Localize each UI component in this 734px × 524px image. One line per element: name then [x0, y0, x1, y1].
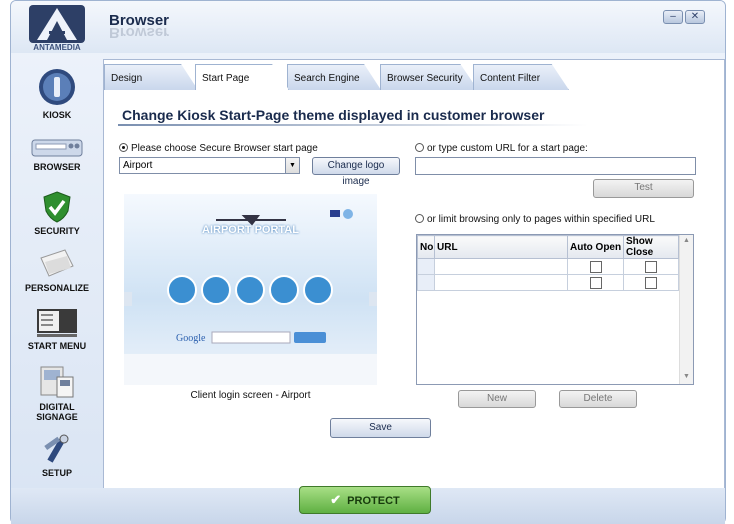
theme-select-value: Airport: [123, 160, 153, 171]
new-button[interactable]: New: [458, 390, 536, 408]
sidebar-item-label-line2: SIGNAGE: [36, 412, 78, 422]
table-row[interactable]: [417, 258, 679, 275]
sidebar-item-label: SETUP: [41, 468, 72, 478]
sidebar-item-personalize[interactable]: PERSONALIZE: [11, 248, 103, 293]
auto-open-checkbox[interactable]: [589, 277, 602, 289]
sidebar-item-label: PERSONALIZE: [24, 283, 89, 293]
tab-label: Browser Security: [387, 73, 463, 84]
monitor-icon: [37, 309, 77, 337]
tools-icon: [44, 434, 69, 463]
change-logo-button[interactable]: Change logo image: [312, 157, 400, 187]
tab-label: Start Page: [202, 73, 250, 84]
paper-icon: [40, 249, 74, 277]
vertical-scrollbar[interactable]: ▲ ▼: [679, 235, 693, 384]
sidebar-item-setup[interactable]: SETUP: [11, 433, 103, 478]
cell-no: [417, 274, 435, 291]
url-table: No URL Auto Open Show Close: [417, 235, 679, 291]
cell-url[interactable]: [434, 274, 568, 291]
preview-illustration: [124, 194, 377, 385]
radio-choose-start-page[interactable]: [119, 143, 128, 152]
column-header-no[interactable]: No: [417, 235, 435, 259]
cell-show-close: [623, 274, 679, 291]
option-limit-label: or limit browsing only to pages within s…: [427, 214, 655, 225]
option-limit-browsing[interactable]: or limit browsing only to pages within s…: [415, 214, 655, 225]
sidebar-item-security[interactable]: SECURITY: [11, 191, 103, 236]
show-close-checkbox[interactable]: [645, 277, 657, 289]
heading-underline: [118, 124, 588, 126]
tab-content-filter[interactable]: Content Filter: [473, 64, 569, 90]
auto-open-checkbox[interactable]: [589, 261, 602, 273]
shield-check-icon: [43, 191, 71, 223]
check-icon: ✔: [330, 492, 342, 507]
browser-icon: [31, 139, 83, 157]
tab-label: Design: [111, 73, 143, 84]
option-choose-start-page[interactable]: Please choose Secure Browser start page: [119, 143, 318, 154]
option-custom-label: or type custom URL for a start page:: [427, 143, 588, 154]
column-header-auto-open[interactable]: Auto Open: [567, 235, 624, 259]
page-heading: Change Kiosk Start-Page theme displayed …: [122, 107, 545, 123]
table-header-row: No URL Auto Open Show Close: [417, 235, 679, 259]
preview-caption: Client login screen - Airport: [190, 390, 311, 401]
title-bar: ANTAMEDIA Browser Browser – ✕: [11, 1, 725, 53]
start-page-preview: AIRPORT PORTAL Google: [124, 194, 377, 385]
scroll-up-icon[interactable]: ▲: [683, 237, 690, 244]
cell-show-close: [623, 258, 679, 275]
close-icon[interactable]: ✕: [685, 10, 705, 24]
delete-button[interactable]: Delete: [559, 390, 637, 408]
sidebar-item-start-menu[interactable]: START MENU: [11, 308, 103, 351]
antamedia-logo: ANTAMEDIA: [27, 5, 87, 53]
save-button[interactable]: Save: [330, 418, 431, 438]
cell-auto-open: [567, 274, 624, 291]
url-grid: No URL Auto Open Show Close ▲ ▼: [416, 234, 694, 385]
logo-brand-text: ANTAMEDIA: [33, 43, 81, 52]
sidebar-item-browser[interactable]: BROWSER: [11, 137, 103, 172]
window-title-reflection: Browser: [109, 27, 170, 41]
tab-bar: Design Start Page Search Engine Browser …: [92, 62, 714, 90]
custom-url-input[interactable]: [415, 157, 696, 175]
table-row[interactable]: [417, 274, 679, 291]
sidebar-item-label: SECURITY: [34, 226, 80, 236]
protect-button[interactable]: ✔ PROTECT: [299, 486, 431, 514]
option-custom-url[interactable]: or type custom URL for a start page:: [415, 143, 588, 154]
radio-custom-url[interactable]: [415, 143, 424, 152]
test-button[interactable]: Test: [593, 179, 694, 198]
protect-button-label: PROTECT: [347, 495, 400, 507]
tab-start-page[interactable]: Start Page: [195, 64, 289, 90]
sidebar-item-digital-signage[interactable]: DIGITAL SIGNAGE: [11, 365, 103, 422]
column-header-url[interactable]: URL: [434, 235, 568, 259]
tab-browser-security[interactable]: Browser Security: [380, 64, 478, 90]
tab-label: Search Engine: [294, 73, 360, 84]
sidebar-item-kiosk[interactable]: KIOSK: [11, 67, 103, 120]
show-close-checkbox[interactable]: [645, 261, 657, 273]
option-choose-label: Please choose Secure Browser start page: [131, 143, 318, 154]
portal-title: AIRPORT PORTAL: [202, 224, 299, 236]
sidebar-item-label: START MENU: [27, 341, 87, 351]
kiosk-icon: [39, 69, 75, 105]
sidebar-item-label: BROWSER: [33, 162, 81, 172]
google-logo: Google: [176, 333, 206, 344]
tab-design[interactable]: Design: [104, 64, 198, 90]
tab-search-engine[interactable]: Search Engine: [287, 64, 381, 90]
sidebar-item-label: DIGITAL: [39, 402, 75, 412]
theme-select[interactable]: Airport ▼: [119, 157, 300, 174]
minimize-icon[interactable]: –: [663, 10, 683, 24]
tab-label: Content Filter: [480, 73, 541, 84]
cell-url[interactable]: [434, 258, 568, 275]
radio-limit-browsing[interactable]: [415, 214, 424, 223]
cell-no: [417, 258, 435, 275]
chevron-down-icon[interactable]: ▼: [285, 158, 299, 173]
column-header-show-close[interactable]: Show Close: [623, 235, 679, 259]
scroll-down-icon[interactable]: ▼: [683, 373, 690, 380]
signage-icon: [40, 366, 74, 398]
sidebar-item-label: KIOSK: [42, 110, 72, 120]
sidebar: KIOSK BROWSER SECURITY PERSONALIZE START…: [11, 55, 103, 489]
cell-auto-open: [567, 258, 624, 275]
